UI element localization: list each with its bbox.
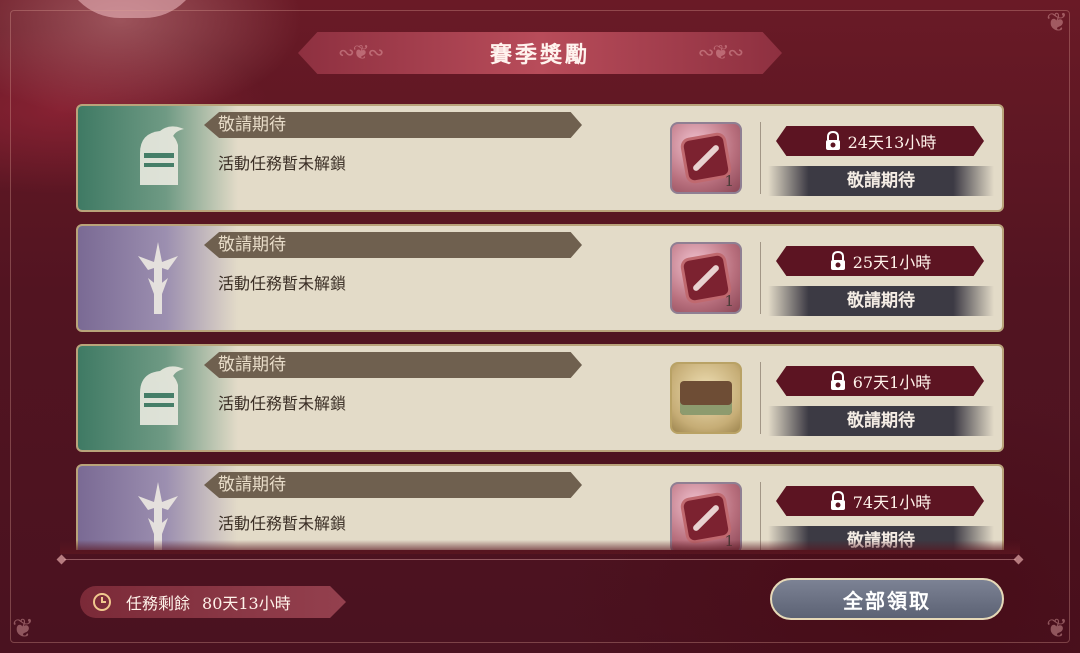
- knight-helmet-icon: [140, 366, 184, 425]
- clock-icon: [93, 593, 111, 611]
- unlock-timer: 25天1小時: [776, 246, 984, 276]
- status-bar: 敬請期待: [768, 166, 994, 196]
- status-bar: 敬請期待: [768, 286, 994, 316]
- divider: [760, 362, 761, 434]
- reward-row: 敬請期待 活動任務暫未解鎖 1 74天1小時 敬請期待: [76, 464, 1004, 550]
- reward-description: 活動任務暫未解鎖: [218, 154, 347, 173]
- divider: [760, 242, 761, 314]
- title-banner: ∾❦∾ ∾❦∾ 賽季獎勵: [298, 32, 782, 74]
- reward-list[interactable]: 敬請期待 活動任務暫未解鎖 1 24天13小時 敬請期待 敬請期待 活動任務暫未…: [76, 104, 1004, 550]
- unlock-time: 24天13小時: [847, 133, 937, 152]
- reward-description: 活動任務暫未解鎖: [218, 274, 347, 293]
- trident-icon: [138, 242, 178, 314]
- lock-icon: [825, 131, 840, 150]
- reward-title: 敬請期待: [204, 352, 582, 378]
- reward-row: 敬請期待 活動任務暫未解鎖 1 25天1小時 敬請期待: [76, 224, 1004, 332]
- page-title: 賽季獎勵: [489, 42, 590, 68]
- reward-title: 敬請期待: [204, 112, 582, 138]
- remaining-time: 80天13小時: [202, 594, 291, 613]
- lock-icon: [830, 491, 845, 510]
- reward-title: 敬請期待: [204, 232, 582, 258]
- unlock-time: 67天1小時: [852, 373, 932, 392]
- red-scroll-item-icon[interactable]: 1: [670, 122, 742, 194]
- knight-helmet-icon: [140, 126, 184, 185]
- reward-description: 活動任務暫未解鎖: [218, 394, 347, 413]
- banner-ornament-icon: ∾❦∾: [697, 40, 744, 64]
- unlock-time: 74天1小時: [852, 493, 932, 512]
- corner-ornament-icon: ❦: [1046, 8, 1068, 38]
- item-count: 1: [724, 172, 734, 190]
- item-count: 1: [724, 292, 734, 310]
- reward-description: 活動任務暫未解鎖: [218, 514, 347, 533]
- divider: [760, 122, 761, 194]
- task-remaining-badge: 任務剩餘 80天13小時: [80, 586, 346, 618]
- reward-title: 敬請期待: [204, 472, 582, 498]
- bed-furniture-item-icon[interactable]: [670, 362, 742, 434]
- lock-icon: [830, 371, 845, 390]
- red-scroll-item-icon[interactable]: 1: [670, 242, 742, 314]
- list-fade: [60, 540, 1020, 554]
- divider-line: [64, 559, 1016, 560]
- corner-ornament-icon: ❦: [12, 614, 34, 644]
- status-bar: 敬請期待: [768, 406, 994, 436]
- lock-icon: [830, 251, 845, 270]
- unlock-timer: 67天1小時: [776, 366, 984, 396]
- banner-ornament-icon: ∾❦∾: [338, 40, 384, 64]
- unlock-timer: 74天1小時: [776, 486, 984, 516]
- unlock-time: 25天1小時: [852, 253, 932, 272]
- reward-row: 敬請期待 活動任務暫未解鎖 67天1小時 敬請期待: [76, 344, 1004, 452]
- corner-ornament-icon: ❦: [1046, 614, 1068, 644]
- unlock-timer: 24天13小時: [776, 126, 984, 156]
- reward-row: 敬請期待 活動任務暫未解鎖 1 24天13小時 敬請期待: [76, 104, 1004, 212]
- claim-all-button[interactable]: 全部領取: [770, 578, 1004, 620]
- remaining-label: 任務剩餘: [126, 594, 191, 613]
